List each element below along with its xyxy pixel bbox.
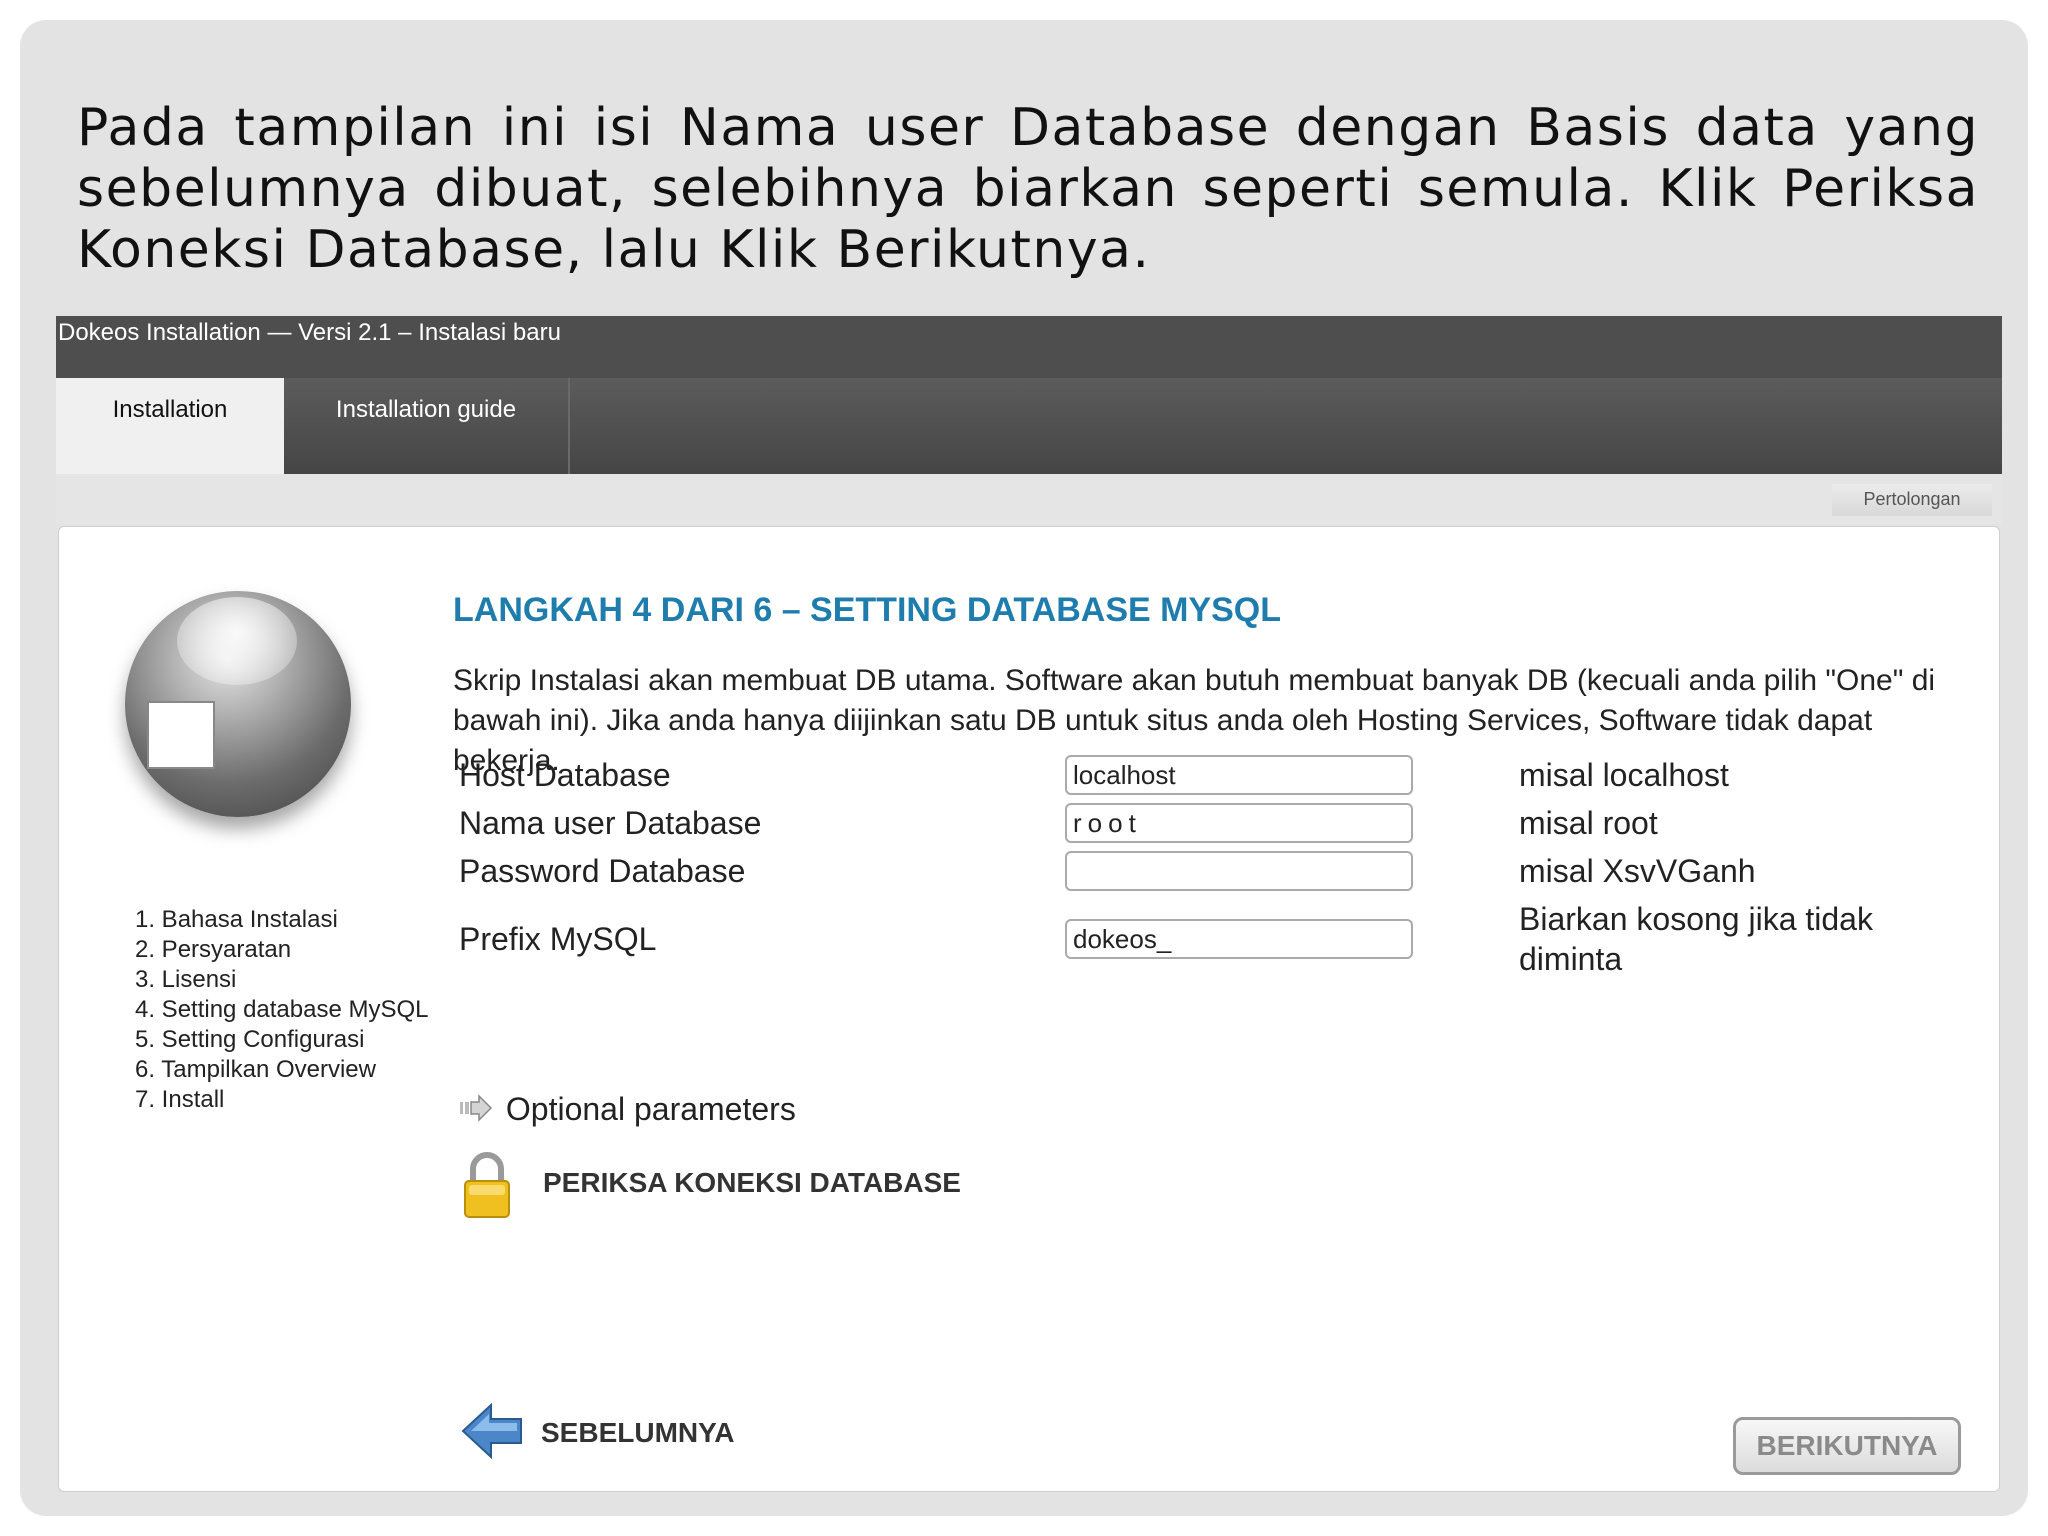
db-user-input[interactable]: root — [1065, 803, 1413, 843]
db-user-hint: misal root — [1519, 805, 1658, 841]
prefix-mysql-input[interactable]: dokeos_ — [1065, 919, 1413, 959]
window-title: Dokeos Installation — Versi 2.1 – Instal… — [56, 316, 2002, 378]
sphere-logo-icon — [125, 591, 351, 817]
help-button[interactable]: Pertolongan — [1832, 484, 1992, 516]
expand-arrow-icon — [459, 1093, 493, 1131]
step-list: 1. Bahasa Instalasi 2. Persyaratan 3. Li… — [135, 905, 429, 1115]
prefix-mysql-hint: Biarkan kosong jika tidak diminta — [1519, 901, 1873, 977]
host-database-label: Host Database — [459, 757, 671, 793]
content-panel: 1. Bahasa Instalasi 2. Persyaratan 3. Li… — [58, 526, 2000, 1492]
optional-parameters-toggle[interactable]: Optional parameters — [459, 1091, 796, 1131]
step-item: 7. Install — [135, 1086, 225, 1113]
previous-label: SEBELUMNYA — [541, 1417, 735, 1448]
prefix-mysql-label: Prefix MySQL — [459, 921, 657, 957]
sphere-square — [147, 701, 215, 769]
check-connection-label: PERIKSA KONEKSI DATABASE — [543, 1167, 961, 1198]
host-database-input[interactable]: localhost — [1065, 755, 1413, 795]
tab-installation-guide[interactable]: Installation guide — [284, 378, 570, 474]
slide-caption: Pada tampilan ini isi Nama user Database… — [77, 98, 1979, 280]
sphere-gloss — [177, 597, 297, 685]
back-arrow-icon — [461, 1401, 525, 1465]
db-password-input[interactable] — [1065, 851, 1413, 891]
tab-installation[interactable]: Installation — [56, 378, 284, 474]
db-password-hint: misal XsvVGanh — [1519, 853, 1756, 889]
db-password-label: Password Database — [459, 853, 746, 889]
page-title: LANGKAH 4 DARI 6 – SETTING DATABASE MYSQ… — [453, 591, 1282, 629]
step-item: 6. Tampilkan Overview — [135, 1056, 376, 1083]
step-item: 5. Setting Configurasi — [135, 1026, 365, 1053]
optional-parameters-label: Optional parameters — [505, 1091, 796, 1127]
next-button[interactable]: BERIKUTNYA — [1733, 1417, 1961, 1475]
step-item: 1. Bahasa Instalasi — [135, 906, 338, 933]
host-database-hint: misal localhost — [1519, 757, 1729, 793]
help-strip: Pertolongan — [56, 474, 2002, 524]
step-item-current: 4. Setting database MySQL — [135, 996, 429, 1023]
db-user-label: Nama user Database — [459, 805, 762, 841]
step-item: 2. Persyaratan — [135, 936, 292, 963]
tab-bar: Installation Installation guide — [56, 378, 2002, 474]
lock-icon — [461, 1151, 513, 1225]
step-item: 3. Lisensi — [135, 966, 237, 993]
installer-window: Dokeos Installation — Versi 2.1 – Instal… — [56, 316, 2002, 1492]
